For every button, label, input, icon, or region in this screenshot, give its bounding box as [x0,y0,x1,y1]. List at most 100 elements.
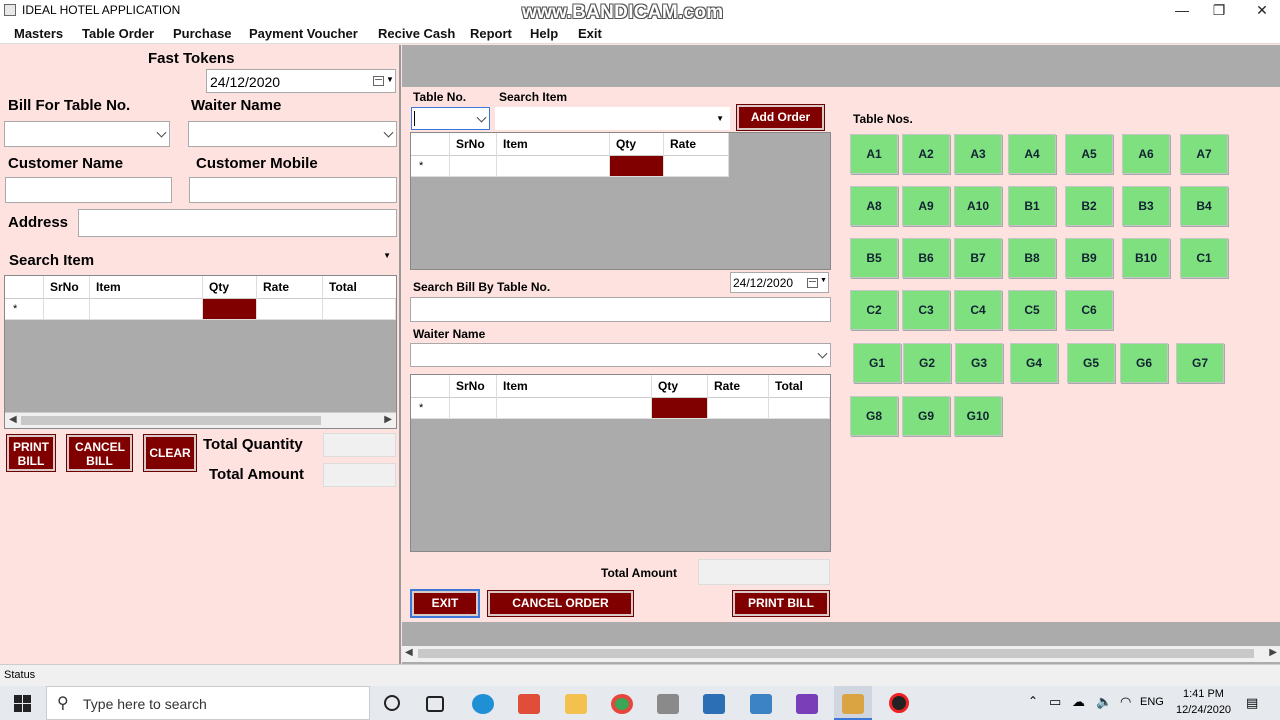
table-row[interactable]: * [411,156,729,177]
search-item-combo[interactable]: ▼ [110,241,397,271]
customer-name-input[interactable] [5,177,172,203]
cancel-order-button[interactable]: CANCEL ORDER [487,590,634,617]
table-button-c3[interactable]: C3 [902,290,950,330]
file-explorer-icon[interactable] [565,694,587,714]
bill-table-select[interactable] [4,121,170,147]
search-bill-input[interactable] [410,297,831,322]
clock-time[interactable]: 1:41 PM [1183,688,1224,700]
table-button-g1[interactable]: G1 [853,343,901,383]
active-app-tile[interactable] [834,686,872,720]
table-button-b7[interactable]: B7 [954,238,1002,278]
menu-purchase[interactable]: Purchase [173,26,232,41]
table-button-c5[interactable]: C5 [1008,290,1056,330]
print-bill-button[interactable]: PRINT BILL [6,434,56,472]
table-button-a1[interactable]: A1 [850,134,898,174]
close-button[interactable]: ✕ [1240,0,1280,22]
table-button-b2[interactable]: B2 [1065,186,1113,226]
table-button-a9[interactable]: A9 [902,186,950,226]
menu-table-order[interactable]: Table Order [82,26,154,41]
table-button-a2[interactable]: A2 [902,134,950,174]
scroll-thumb[interactable] [21,416,321,425]
scroll-thumb[interactable] [418,649,1254,658]
app-red-icon[interactable] [518,694,540,714]
table-button-g5[interactable]: G5 [1067,343,1115,383]
clear-button[interactable]: CLEAR [143,434,197,472]
table-button-a10[interactable]: A10 [954,186,1002,226]
order-print-bill-button[interactable]: PRINT BILL [732,590,830,617]
horizontal-scrollbar[interactable]: ◀ ▶ [5,412,396,428]
menu-exit[interactable]: Exit [578,26,602,41]
exit-button[interactable]: EXIT [410,589,480,618]
cortana-icon[interactable] [384,695,400,711]
volume-icon[interactable]: 🔈 [1096,694,1112,710]
main-horizontal-scrollbar[interactable]: ◀ ▶ [402,646,1280,662]
app-blue-icon[interactable] [703,694,725,714]
scroll-right-icon[interactable]: ▶ [384,414,392,425]
clock-date[interactable]: 12/24/2020 [1176,704,1231,716]
cancel-bill-button[interactable]: CANCEL BILL [66,434,133,472]
table-button-b6[interactable]: B6 [902,238,950,278]
table-button-a5[interactable]: A5 [1065,134,1113,174]
search-bill-date-picker[interactable]: 24/12/2020 ▼ [730,272,829,293]
add-order-button[interactable]: Add Order [736,104,825,131]
bill-waiter-select[interactable] [188,121,397,147]
table-button-g10[interactable]: G10 [954,396,1002,436]
table-button-b4[interactable]: B4 [1180,186,1228,226]
table-button-g9[interactable]: G9 [902,396,950,436]
scroll-left-icon[interactable]: ◀ [9,414,17,425]
table-button-g8[interactable]: G8 [850,396,898,436]
bill-search-grid[interactable]: SrNo Item Qty Rate Total * [410,374,831,552]
order-table-select[interactable] [411,107,490,130]
bandicam-record-icon[interactable] [889,693,909,713]
menu-help[interactable]: Help [530,26,558,41]
language-indicator[interactable]: ENG [1140,696,1164,708]
table-button-c4[interactable]: C4 [954,290,1002,330]
edge-icon[interactable] [472,694,494,714]
table-button-g7[interactable]: G7 [1176,343,1224,383]
restore-button[interactable]: ❐ [1197,0,1241,22]
table-row[interactable]: * [411,398,830,419]
order-waiter-select[interactable] [410,343,831,367]
chrome-icon[interactable] [611,694,633,714]
qty-cell[interactable] [610,156,664,177]
wifi-icon[interactable]: ◠ [1120,694,1131,710]
qty-cell[interactable] [652,398,708,419]
menu-report[interactable]: Report [470,26,512,41]
battery-icon[interactable]: ▭ [1049,694,1061,710]
table-button-a8[interactable]: A8 [850,186,898,226]
taskbar-search-box[interactable]: ⚲ Type here to search [46,686,370,720]
table-button-a3[interactable]: A3 [954,134,1002,174]
table-button-c6[interactable]: C6 [1065,290,1113,330]
table-button-g2[interactable]: G2 [903,343,951,383]
table-button-c2[interactable]: C2 [850,290,898,330]
table-button-a4[interactable]: A4 [1008,134,1056,174]
table-button-g3[interactable]: G3 [955,343,1003,383]
table-button-c1[interactable]: C1 [1180,238,1228,278]
app-s-icon[interactable] [750,694,772,714]
vertical-scrollbar[interactable] [1262,45,1280,87]
table-button-g6[interactable]: G6 [1120,343,1168,383]
table-button-b9[interactable]: B9 [1065,238,1113,278]
task-view-icon[interactable] [426,696,444,712]
menu-masters[interactable]: Masters [14,26,63,41]
windows-start-icon[interactable] [14,695,32,712]
scroll-right-icon[interactable]: ▶ [1269,647,1277,658]
address-input[interactable] [78,209,397,237]
table-button-g4[interactable]: G4 [1010,343,1058,383]
table-button-b5[interactable]: B5 [850,238,898,278]
order-items-grid[interactable]: SrNo Item Qty Rate * [410,132,831,270]
scroll-left-icon[interactable]: ◀ [405,647,413,658]
tools-icon[interactable] [657,694,679,714]
table-button-a7[interactable]: A7 [1180,134,1228,174]
qty-cell[interactable] [203,299,257,320]
table-button-b1[interactable]: B1 [1008,186,1056,226]
menu-payment-voucher[interactable]: Payment Voucher [249,26,358,41]
menu-recive-cash[interactable]: Recive Cash [378,26,455,41]
table-button-b3[interactable]: B3 [1122,186,1170,226]
bill-date-picker[interactable]: 24/12/2020 ▼ [206,69,396,93]
table-row[interactable]: * [5,299,396,320]
cloud-icon[interactable]: ☁ [1072,694,1085,710]
visual-studio-icon[interactable] [796,694,818,714]
customer-mobile-input[interactable] [189,177,397,203]
table-button-a6[interactable]: A6 [1122,134,1170,174]
